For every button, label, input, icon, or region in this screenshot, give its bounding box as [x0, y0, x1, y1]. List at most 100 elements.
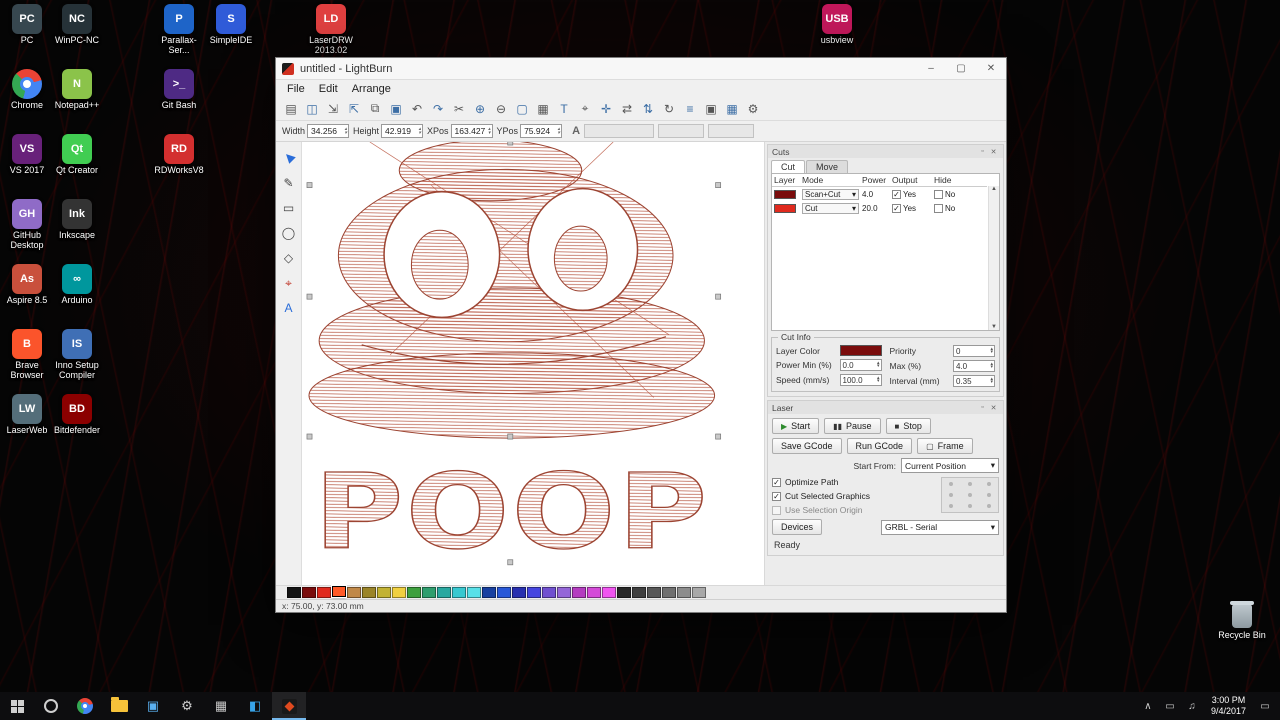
- laser-panel-header[interactable]: Laser ▫ ✕: [768, 401, 1003, 414]
- palette-swatch[interactable]: [317, 587, 331, 598]
- minimize-button[interactable]: –: [916, 58, 946, 79]
- spinner[interactable]: ▴ ▾: [990, 346, 993, 355]
- desktop-icon-vs-2017[interactable]: VS VS 2017: [2, 134, 52, 196]
- toolbar-copy-button[interactable]: ⧉: [365, 99, 385, 119]
- palette-swatch[interactable]: [467, 587, 481, 598]
- desktop-icon-qt-creator[interactable]: Qt Qt Creator: [52, 134, 102, 196]
- desktop-icon-aspire-8-5[interactable]: As Aspire 8.5: [2, 264, 52, 326]
- toolbar-array-button[interactable]: ▦: [722, 99, 742, 119]
- palette-swatch[interactable]: [302, 587, 316, 598]
- toolbar-grid-button[interactable]: ▦: [533, 99, 553, 119]
- tool-draw-lines-button[interactable]: ✎: [279, 173, 299, 193]
- toolbar-align-button[interactable]: ≡: [680, 99, 700, 119]
- tool-polygon-button[interactable]: ◇: [279, 248, 299, 268]
- palette-swatch[interactable]: [497, 587, 511, 598]
- palette-swatch[interactable]: [347, 587, 361, 598]
- spinner[interactable]: ▴ ▾: [990, 361, 993, 370]
- palette-swatch[interactable]: [662, 587, 676, 598]
- toolbar-open-button[interactable]: ▤: [281, 99, 301, 119]
- window-titlebar[interactable]: untitled - LightBurn – ▢ ✕: [276, 58, 1006, 80]
- palette-swatch[interactable]: [632, 587, 646, 598]
- palette-swatch[interactable]: [482, 587, 496, 598]
- desktop-icon-bitdefender[interactable]: BD Bitdefender: [52, 394, 102, 456]
- desktop-icon-chrome[interactable]: Chrome: [2, 69, 52, 131]
- palette-swatch[interactable]: [331, 585, 347, 598]
- desktop-icon-arduino[interactable]: ∞ Arduino: [52, 264, 102, 326]
- checkbox[interactable]: ✓: [772, 491, 781, 501]
- float-panel-icon[interactable]: ▫: [977, 148, 988, 155]
- value-input[interactable]: 0.0 ▴ ▾: [839, 359, 882, 371]
- toolbar-settings-button[interactable]: ⚙: [743, 99, 763, 119]
- toolbar-frame-button[interactable]: ▢: [512, 99, 532, 119]
- menu-file[interactable]: File: [280, 82, 312, 96]
- devices-button[interactable]: Devices: [772, 519, 823, 535]
- search-button[interactable]: [34, 692, 68, 720]
- toolbar-import-button[interactable]: ⇲: [323, 99, 343, 119]
- job-origin-grid[interactable]: [941, 477, 999, 513]
- cuts-panel-header[interactable]: Cuts ▫ ✕: [768, 145, 1003, 158]
- height-spinner[interactable]: ▴ ▾: [419, 127, 422, 136]
- toolbar-save-button[interactable]: ◫: [302, 99, 322, 119]
- save-gcode-button[interactable]: Save GCode: [772, 438, 842, 454]
- maximize-button[interactable]: ▢: [946, 58, 976, 79]
- desktop-icon-parallax-ser[interactable]: P Parallax-Ser...: [154, 4, 204, 66]
- desktop-icon-rdworksv8[interactable]: RD RDWorksV8: [154, 134, 204, 196]
- toolbar-position-laser-button[interactable]: ⌖: [575, 99, 595, 119]
- output-checkbox[interactable]: ✓: [892, 189, 901, 199]
- volume-icon[interactable]: ♫: [1181, 701, 1203, 712]
- desktop-icon-inkscape[interactable]: Ink Inkscape: [52, 199, 102, 261]
- value-input[interactable]: 0 ▴ ▾: [953, 345, 995, 357]
- toolbar-zoom-in-button[interactable]: ⊕: [470, 99, 490, 119]
- toolbar-cut-button[interactable]: ✂: [449, 99, 469, 119]
- width-spinner[interactable]: ▴ ▾: [345, 127, 348, 136]
- layer-power-value[interactable]: 20.0: [862, 204, 892, 213]
- toolbar-text-button[interactable]: T: [554, 99, 574, 119]
- toolbar-mirror-h-button[interactable]: ⇄: [617, 99, 637, 119]
- desktop-icon-git-bash[interactable]: >_ Git Bash: [154, 69, 204, 131]
- taskbar-store[interactable]: ▦: [204, 692, 238, 720]
- scroll-up-icon[interactable]: ▲: [991, 186, 997, 192]
- spinner[interactable]: ▴ ▾: [990, 376, 993, 385]
- palette-swatch[interactable]: [362, 587, 376, 598]
- value-input[interactable]: 100.0 ▴ ▾: [839, 374, 882, 386]
- desktop-icon-brave-browser[interactable]: B Brave Browser: [2, 329, 52, 391]
- option-optimize-path[interactable]: ✓ Optimize Path: [772, 477, 935, 487]
- toolbar-zoom-out-button[interactable]: ⊖: [491, 99, 511, 119]
- toolbar-group-button[interactable]: ▣: [701, 99, 721, 119]
- checkbox[interactable]: ✓: [772, 477, 781, 487]
- menu-arrange[interactable]: Arrange: [345, 82, 398, 96]
- desktop-icon-winpc-nc[interactable]: NC WinPC-NC: [52, 4, 102, 66]
- palette-swatch[interactable]: [452, 587, 466, 598]
- tool-ellipse-button[interactable]: ◯: [279, 223, 299, 243]
- toolbar-mirror-v-button[interactable]: ⇅: [638, 99, 658, 119]
- palette-swatch[interactable]: [602, 587, 616, 598]
- float-panel-icon[interactable]: ▫: [977, 404, 988, 411]
- layer-color-swatch[interactable]: [839, 345, 882, 356]
- stop-button[interactable]: ■ Stop: [885, 418, 931, 434]
- toolbar-paste-button[interactable]: ▣: [386, 99, 406, 119]
- palette-swatch[interactable]: [512, 587, 526, 598]
- tab-move[interactable]: Move: [806, 160, 849, 173]
- tab-cut[interactable]: Cut: [771, 160, 806, 173]
- palette-swatch[interactable]: [557, 587, 571, 598]
- recycle-bin[interactable]: Recycle Bin: [1216, 601, 1268, 640]
- close-panel-icon[interactable]: ✕: [988, 148, 999, 156]
- layer-list-scrollbar[interactable]: ▲ ▼: [988, 186, 999, 330]
- toolbar-rotate-button[interactable]: ↻: [659, 99, 679, 119]
- xpos-input[interactable]: 163.427 ▴ ▾: [450, 124, 493, 138]
- height-input[interactable]: 42.919 ▴ ▾: [381, 124, 424, 138]
- taskbar-clock[interactable]: 3:00 PM 9/4/2017: [1205, 695, 1252, 717]
- taskbar-lightburn[interactable]: [272, 692, 306, 720]
- tool-position-laser-button[interactable]: ⌖: [279, 273, 299, 293]
- width-input[interactable]: 34.256 ▴ ▾: [307, 124, 350, 138]
- option-cut-selected-graphics[interactable]: ✓ Cut Selected Graphics: [772, 491, 935, 501]
- layer-color-swatch[interactable]: [774, 189, 796, 199]
- toolbar-undo-button[interactable]: ↶: [407, 99, 427, 119]
- layer-color-swatch[interactable]: [774, 203, 796, 213]
- desktop-icon-simpleide[interactable]: S SimpleIDE: [206, 4, 256, 66]
- ypos-input[interactable]: 75.924 ▴ ▾: [520, 124, 563, 138]
- palette-swatch[interactable]: [572, 587, 586, 598]
- tool-text-button[interactable]: A: [279, 298, 299, 318]
- spinner[interactable]: ▴ ▾: [877, 360, 880, 369]
- palette-swatch[interactable]: [392, 587, 406, 598]
